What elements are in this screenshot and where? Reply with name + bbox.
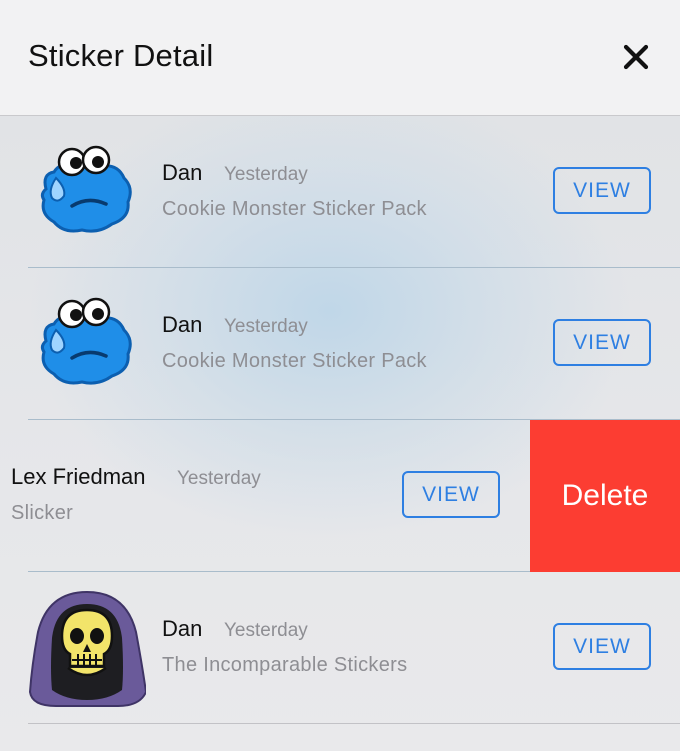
close-button[interactable] (620, 41, 652, 73)
cookie-monster-sticker-icon (40, 145, 132, 233)
view-button[interactable]: VIEW (553, 623, 651, 670)
pack-name: The Incomparable Stickers (162, 654, 408, 676)
timestamp: Yesterday (224, 620, 308, 641)
list-item[interactable]: Dan Yesterday The Incomparable Stickers … (0, 572, 680, 724)
sender-name: Lex Friedman (11, 464, 146, 489)
pack-name: Cookie Monster Sticker Pack (162, 198, 427, 220)
pack-name: Cookie Monster Sticker Pack (162, 350, 427, 372)
sender-name: Dan (162, 312, 203, 337)
page-title: Sticker Detail (28, 38, 214, 73)
list-item[interactable]: Lex Friedman Yesterday Slicker VIEW Dele… (0, 420, 680, 572)
list-item[interactable]: Dan Yesterday Cookie Monster Sticker Pac… (0, 116, 680, 268)
nav-header: Sticker Detail (0, 0, 680, 116)
pack-name: Slicker (11, 502, 74, 524)
view-button[interactable]: VIEW (553, 319, 651, 366)
view-button[interactable]: VIEW (402, 471, 500, 518)
list-item[interactable]: Dan Yesterday Cookie Monster Sticker Pac… (0, 268, 680, 420)
cookie-monster-sticker-icon (40, 297, 132, 385)
timestamp: Yesterday (177, 468, 261, 489)
timestamp: Yesterday (224, 164, 308, 185)
sender-name: Dan (162, 616, 203, 641)
sticker-list: Dan Yesterday Cookie Monster Sticker Pac… (0, 116, 680, 751)
skeletor-skull-sticker-icon (28, 590, 146, 707)
close-icon[interactable] (623, 44, 649, 70)
view-button[interactable]: VIEW (553, 167, 651, 214)
sender-name: Dan (162, 160, 203, 185)
timestamp: Yesterday (224, 316, 308, 337)
divider (28, 723, 680, 724)
delete-button[interactable]: Delete (530, 420, 680, 572)
